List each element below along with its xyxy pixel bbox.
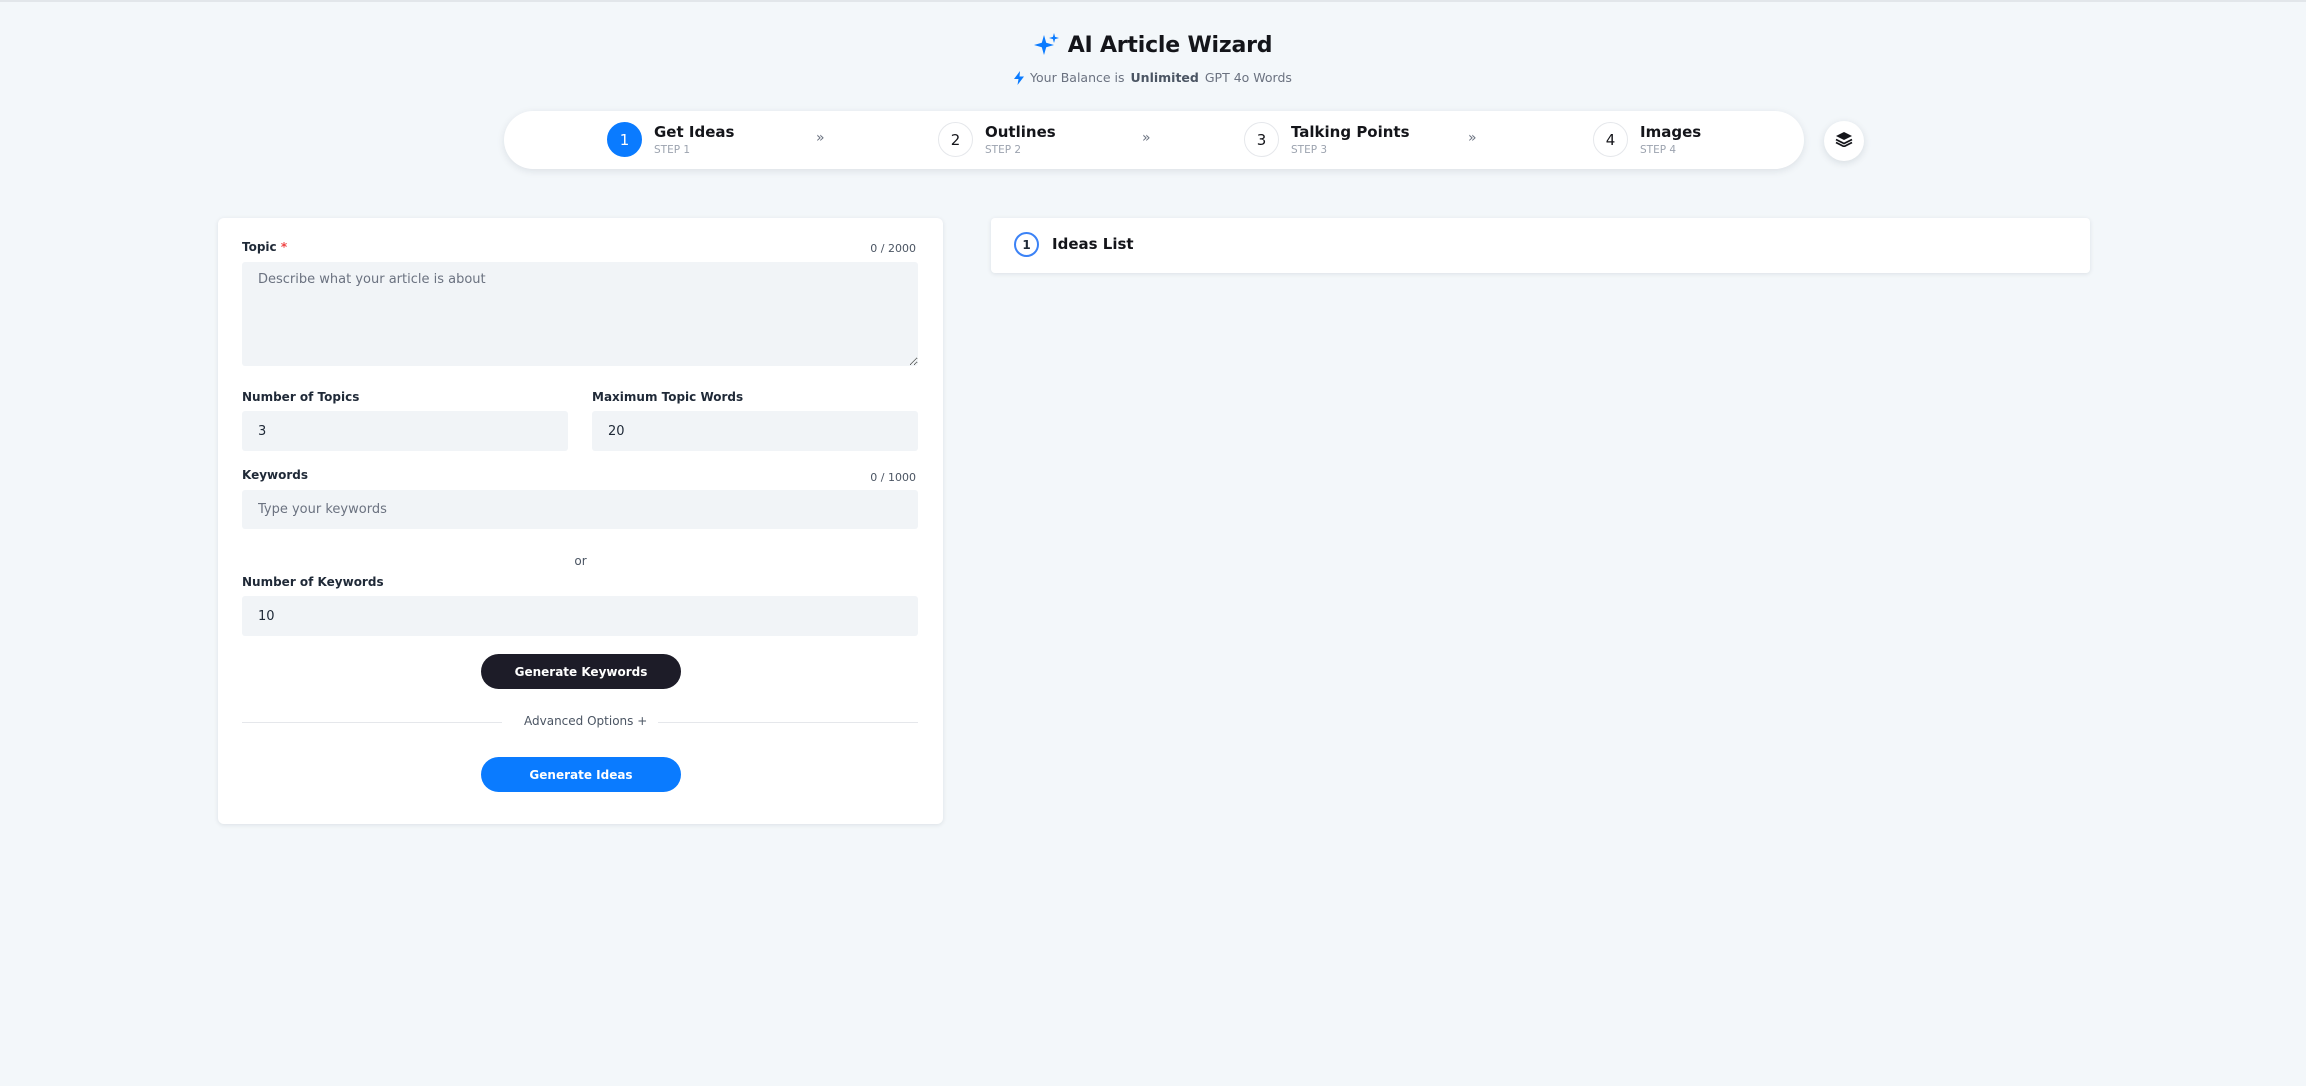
required-mark: *	[280, 240, 288, 254]
topic-label-text: Topic	[242, 240, 277, 254]
ideas-form-panel: Topic * 0 / 2000 Number of Topics Maximu…	[218, 218, 943, 824]
step-title: Get Ideas	[654, 122, 735, 141]
bolt-icon	[1014, 70, 1025, 85]
ideas-list-number: 1	[1014, 232, 1039, 257]
number-of-keywords-input[interactable]	[242, 596, 918, 636]
divider-right	[658, 722, 918, 723]
or-separator: or	[574, 554, 587, 568]
step-number: 2	[938, 122, 973, 157]
sparkles-icon	[1033, 32, 1060, 58]
balance-value: Unlimited	[1130, 70, 1199, 85]
chevron-double-right-icon: »	[1142, 130, 1151, 146]
step-subtitle: STEP 3	[1291, 143, 1328, 156]
ideas-list-panel: 1 Ideas List	[991, 218, 2090, 273]
balance-suffix: GPT 4o Words	[1204, 70, 1292, 85]
keywords-label: Keywords	[242, 468, 309, 482]
page-header: AI Article Wizard Your Balance is Unlimi…	[0, 30, 2306, 85]
layers-icon	[1835, 131, 1853, 151]
divider-left	[242, 722, 502, 723]
step-title: Talking Points	[1291, 122, 1410, 141]
step-get-ideas[interactable]: 1 Get Ideas STEP 1	[607, 122, 734, 157]
keywords-input[interactable]	[242, 490, 918, 529]
step-title: Outlines	[985, 122, 1056, 141]
wizard-stepper: 1 Get Ideas STEP 1 » 2 Outlines STEP 2 »…	[504, 111, 1804, 169]
step-number: 4	[1593, 122, 1628, 157]
top-border	[0, 0, 2306, 2]
step-outlines[interactable]: 2 Outlines STEP 2	[938, 122, 1056, 157]
step-subtitle: STEP 4	[1640, 143, 1677, 156]
title-row: AI Article Wizard	[0, 30, 2306, 60]
topic-label: Topic *	[242, 240, 287, 254]
generate-ideas-button[interactable]: Generate Ideas	[481, 757, 681, 792]
number-of-topics-label: Number of Topics	[242, 390, 360, 404]
step-subtitle: STEP 2	[985, 143, 1022, 156]
generate-keywords-button[interactable]: Generate Keywords	[481, 654, 681, 689]
keywords-char-counter: 0 / 1000	[870, 471, 916, 484]
number-of-topics-input[interactable]	[242, 411, 568, 451]
step-subtitle: STEP 1	[654, 143, 691, 156]
step-images[interactable]: 4 Images STEP 4	[1593, 122, 1701, 157]
topic-char-counter: 0 / 2000	[870, 242, 916, 255]
topic-textarea[interactable]	[242, 262, 918, 366]
chevron-double-right-icon: »	[1468, 130, 1477, 146]
step-talking-points[interactable]: 3 Talking Points STEP 3	[1244, 122, 1410, 157]
maximum-topic-words-input[interactable]	[592, 411, 918, 451]
step-number: 3	[1244, 122, 1279, 157]
page-title: AI Article Wizard	[1067, 32, 1273, 58]
layers-button[interactable]	[1824, 121, 1864, 161]
ideas-list-title: Ideas List	[1052, 235, 1134, 253]
maximum-topic-words-label: Maximum Topic Words	[592, 390, 744, 404]
advanced-options-toggle[interactable]: Advanced Options +	[524, 714, 647, 728]
balance-prefix: Your Balance is	[1030, 70, 1125, 85]
number-of-keywords-label: Number of Keywords	[242, 575, 384, 589]
balance-info: Your Balance is Unlimited GPT 4o Words	[0, 70, 2306, 85]
step-title: Images	[1640, 122, 1702, 141]
chevron-double-right-icon: »	[816, 130, 825, 146]
step-number: 1	[607, 122, 642, 157]
